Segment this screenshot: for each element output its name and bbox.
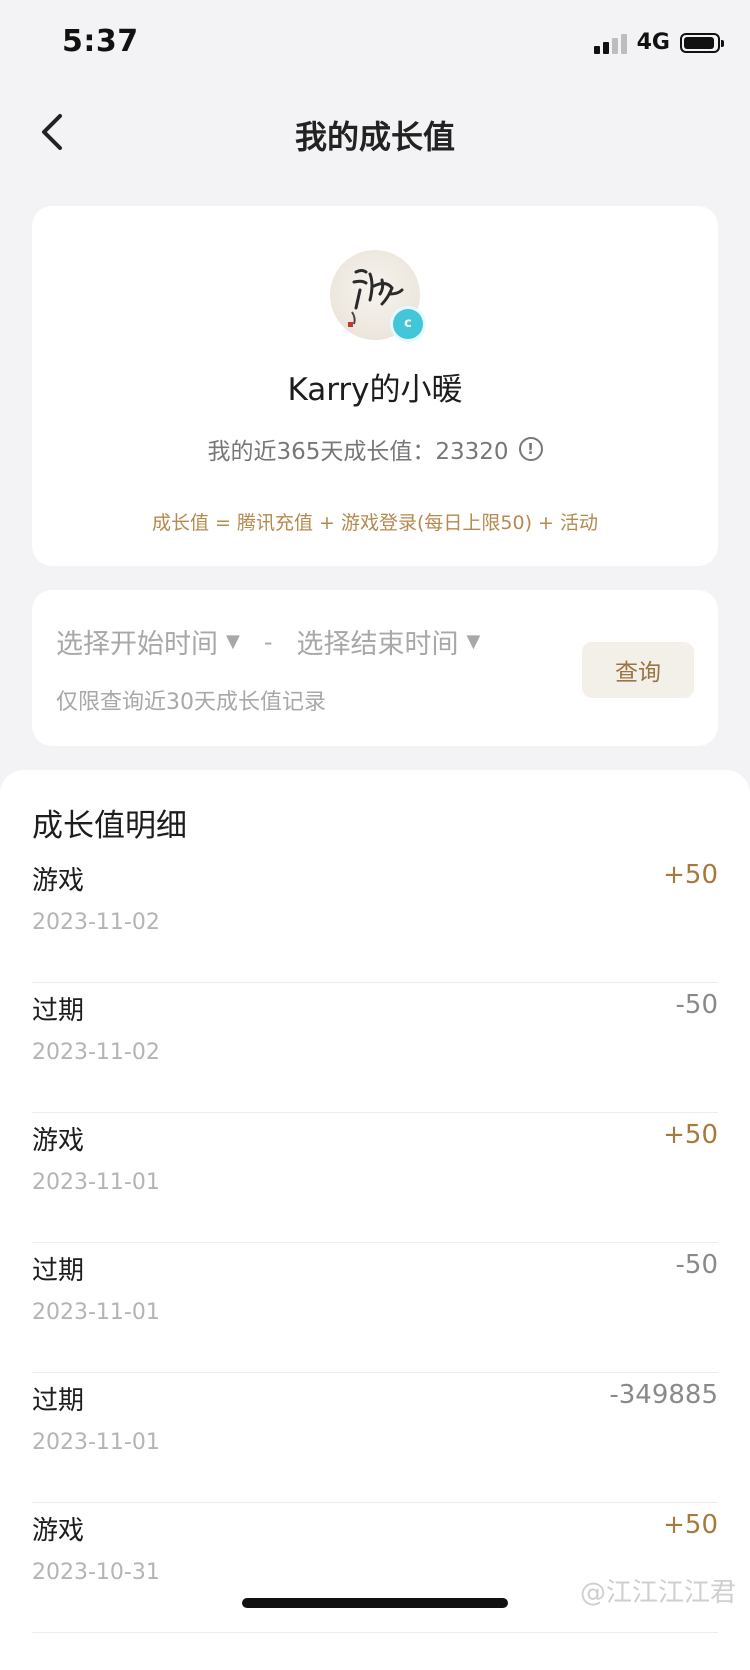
record-value: -349885 xyxy=(609,1380,718,1410)
signal-icon xyxy=(593,32,627,54)
nav-bar: 我的成长值 xyxy=(0,92,750,172)
record-type: 游戏 xyxy=(32,1126,85,1156)
record-date: 2023-11-02 xyxy=(32,910,160,935)
growth-formula: 成长值 = 腾讯充值 + 游戏登录(每日上限50) + 活动 xyxy=(151,512,598,534)
record-value: +50 xyxy=(663,860,718,890)
record-type: 过期 xyxy=(32,1256,85,1286)
record-row: 过期 2023-11-01 -349885 xyxy=(32,1372,718,1503)
record-value: +50 xyxy=(663,1510,718,1540)
vip-badge-icon: c xyxy=(390,306,426,342)
battery-icon xyxy=(680,32,724,53)
status-time: 5:37 xyxy=(62,24,139,59)
caret-down-icon: ▼ xyxy=(466,631,481,652)
record-row: 游戏 2023-10-31 +50 xyxy=(32,1502,718,1633)
query-button[interactable]: 查询 xyxy=(582,642,694,698)
record-date: 2023-10-31 xyxy=(32,1560,160,1585)
growth-value-label: 我的近365天成长值：23320 xyxy=(207,439,509,465)
info-icon[interactable]: ! xyxy=(518,437,543,461)
start-date-label: 选择开始时间 xyxy=(56,629,218,660)
growth-detail-section: 成长值明细 游戏 2023-11-02 +50 过期 2023-11-02 -5… xyxy=(0,770,750,1670)
profile-card: c Karry的小暖 我的近365天成长值：23320 ! 成长值 = 腾讯充值… xyxy=(32,206,718,566)
section-title: 成长值明细 xyxy=(32,808,187,844)
end-date-label: 选择结束时间 xyxy=(296,629,459,660)
growth-summary: 我的近365天成长值：23320 ! xyxy=(32,432,718,466)
record-row: 游戏 2023-11-01 +50 xyxy=(32,1112,718,1243)
record-value: +50 xyxy=(663,1120,718,1150)
status-indicators: 4G xyxy=(593,30,724,55)
end-date-picker[interactable]: 选择结束时间 ▼ xyxy=(297,622,481,661)
record-type: 过期 xyxy=(32,1386,85,1416)
record-value: -50 xyxy=(675,1250,718,1280)
record-value: -50 xyxy=(675,990,718,1020)
status-bar: 5:37 4G xyxy=(0,0,750,88)
record-date: 2023-11-02 xyxy=(32,1040,160,1065)
range-separator: - xyxy=(263,627,273,656)
query-card: 选择开始时间 ▼ - 选择结束时间 ▼ 仅限查询近30天成长值记录 查询 xyxy=(32,590,718,746)
record-type: 游戏 xyxy=(32,866,85,896)
date-range: 选择开始时间 ▼ - 选择结束时间 ▼ xyxy=(56,622,480,661)
record-date: 2023-11-01 xyxy=(32,1300,160,1325)
record-date: 2023-11-01 xyxy=(32,1430,160,1455)
start-date-picker[interactable]: 选择开始时间 ▼ xyxy=(56,622,240,661)
avatar[interactable]: c xyxy=(330,250,426,342)
record-date: 2023-11-01 xyxy=(32,1170,160,1195)
record-row: 过期 2023-11-01 -50 xyxy=(32,1242,718,1373)
query-hint: 仅限查询近30天成长值记录 xyxy=(56,690,326,715)
caret-down-icon: ▼ xyxy=(226,631,240,652)
record-row: 过期 2023-11-02 -50 xyxy=(32,982,718,1113)
watermark: @江江江江君 xyxy=(579,1578,736,1608)
record-row: 游戏 2023-11-02 +50 xyxy=(32,852,718,983)
network-type: 4G xyxy=(636,30,670,55)
username: Karry的小暖 xyxy=(287,372,463,408)
record-type: 过期 xyxy=(32,996,85,1026)
record-type: 游戏 xyxy=(32,1516,85,1546)
home-indicator[interactable] xyxy=(242,1598,508,1608)
page-title: 我的成长值 xyxy=(294,118,455,156)
